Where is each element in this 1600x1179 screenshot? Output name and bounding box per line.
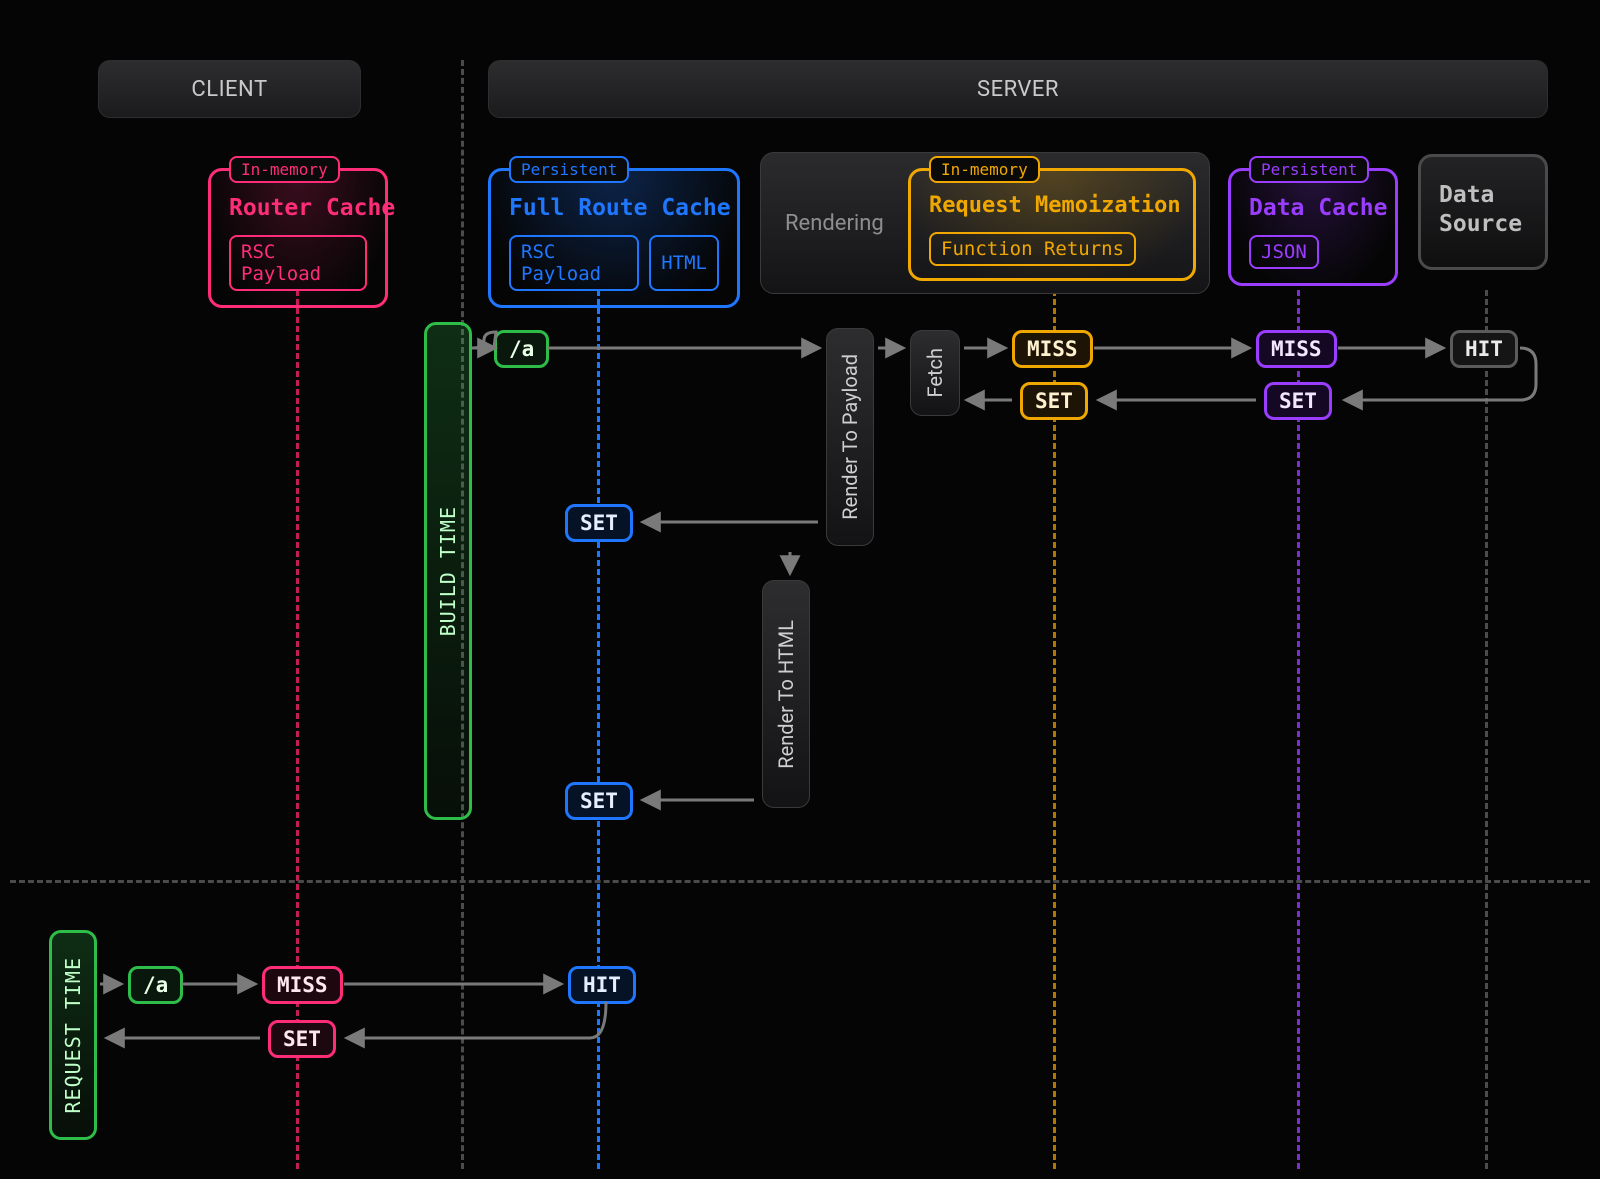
chip-function-returns: Function Returns bbox=[929, 232, 1136, 266]
badge-persistent-2: Persistent bbox=[1249, 156, 1369, 183]
render-to-payload-label: Render To Payload bbox=[838, 354, 862, 520]
guide-data-source bbox=[1485, 290, 1488, 1169]
header-server: SERVER bbox=[488, 60, 1548, 118]
guide-request-memo bbox=[1053, 290, 1056, 1169]
token-set-datacache: SET bbox=[1264, 382, 1332, 420]
card-request-memoization: In-memory Request Memoization Function R… bbox=[908, 168, 1196, 281]
card-data-source: Data Source bbox=[1418, 154, 1548, 270]
token-set-fullroute-1: SET bbox=[565, 504, 633, 542]
data-cache-title: Data Cache bbox=[1249, 195, 1377, 221]
token-route-a-request: /a bbox=[128, 966, 183, 1004]
data-source-title: Data Source bbox=[1439, 181, 1527, 239]
token-hit-fullroute: HIT bbox=[568, 966, 636, 1004]
badge-persistent: Persistent bbox=[509, 156, 629, 183]
token-miss-memo: MISS bbox=[1012, 330, 1093, 368]
router-cache-title: Router Cache bbox=[229, 195, 367, 221]
header-client: CLIENT bbox=[98, 60, 361, 118]
render-to-html-block: Render To HTML bbox=[762, 580, 810, 808]
request-time-label: REQUEST TIME bbox=[61, 957, 85, 1114]
token-miss-datacache: MISS bbox=[1256, 330, 1337, 368]
build-time-label: BUILD TIME bbox=[436, 506, 460, 636]
card-router-cache: In-memory Router Cache RSC Payload bbox=[208, 168, 388, 308]
chip-rsc-payload: RSC Payload bbox=[229, 235, 367, 291]
token-hit-datasource: HIT bbox=[1450, 330, 1518, 368]
token-set-router: SET bbox=[268, 1020, 336, 1058]
full-route-cache-title: Full Route Cache bbox=[509, 195, 719, 221]
badge-in-memory-2: In-memory bbox=[929, 156, 1040, 183]
fetch-block: Fetch bbox=[910, 330, 960, 416]
render-to-payload-block: Render To Payload bbox=[826, 328, 874, 546]
request-time-bar: REQUEST TIME bbox=[49, 930, 97, 1140]
token-set-fullroute-2: SET bbox=[565, 782, 633, 820]
token-route-a-build: /a bbox=[494, 330, 549, 368]
badge-in-memory: In-memory bbox=[229, 156, 340, 183]
guide-full-route-cache bbox=[597, 290, 600, 1169]
rendering-label: Rendering bbox=[785, 211, 884, 236]
guide-data-cache bbox=[1297, 290, 1300, 1169]
chip-json: JSON bbox=[1249, 235, 1319, 269]
diagram-stage: CLIENT SERVER In-memory Router Cache RSC… bbox=[0, 0, 1600, 1179]
card-data-cache: Persistent Data Cache JSON bbox=[1228, 168, 1398, 286]
card-full-route-cache: Persistent Full Route Cache RSC Payload … bbox=[488, 168, 740, 308]
chip-html: HTML bbox=[649, 235, 719, 291]
divider-build-request bbox=[10, 880, 1590, 883]
token-set-memo: SET bbox=[1020, 382, 1088, 420]
build-time-bar: BUILD TIME bbox=[424, 322, 472, 820]
render-to-html-label: Render To HTML bbox=[774, 620, 798, 769]
request-memo-title: Request Memoization bbox=[929, 193, 1175, 218]
token-miss-router: MISS bbox=[262, 966, 343, 1004]
chip-rsc-payload-2: RSC Payload bbox=[509, 235, 639, 291]
fetch-label: Fetch bbox=[923, 348, 947, 397]
